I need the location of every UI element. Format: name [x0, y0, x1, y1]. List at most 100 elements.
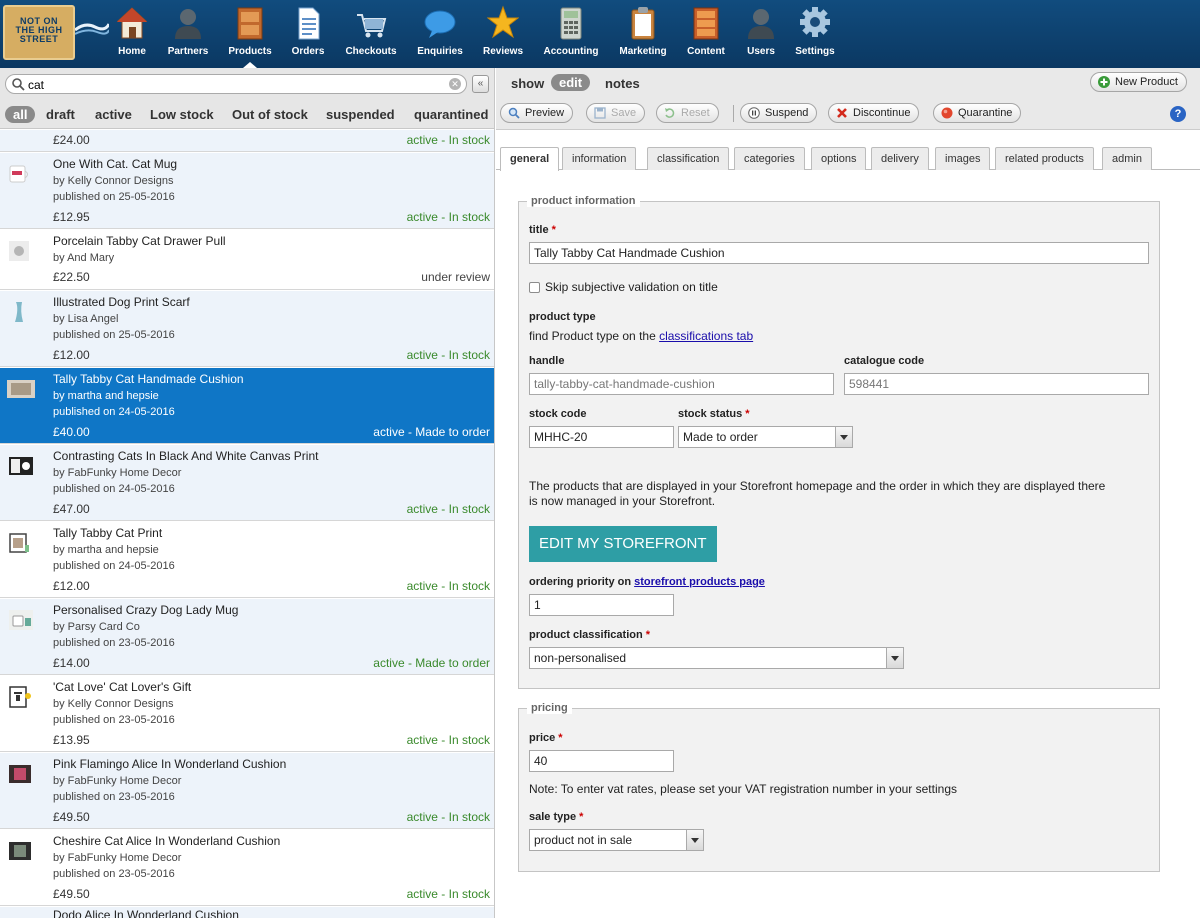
sale-type-select[interactable]: product not in sale [529, 829, 704, 851]
product-published-date: published on 24-05-2016 [53, 560, 175, 572]
nav-marketing[interactable]: Marketing [614, 0, 672, 68]
storefront-products-link[interactable]: storefront products page [634, 576, 765, 588]
product-title: Contrasting Cats In Black And White Canv… [53, 449, 319, 463]
tab-related-products[interactable]: related products [995, 147, 1094, 170]
product-row[interactable]: Cheshire Cat Alice In Wonderland Cushion… [0, 830, 494, 906]
filter-draft[interactable]: draft [46, 107, 75, 122]
handle-input[interactable] [529, 373, 834, 395]
product-row[interactable]: Personalised Crazy Dog Lady Mug by Parsy… [0, 599, 494, 675]
catalogue-code-input[interactable] [844, 373, 1149, 395]
tab-admin[interactable]: admin [1102, 147, 1152, 170]
nav-partners[interactable]: Partners [163, 0, 213, 68]
search-box[interactable]: ✕ [5, 74, 467, 94]
product-price: £49.50 [53, 810, 90, 824]
product-price: £12.00 [53, 348, 90, 362]
notonthehighstreet-logo[interactable]: NOT ON THE HIGH STREET [3, 5, 75, 60]
new-product-button[interactable]: New Product [1090, 72, 1187, 92]
tab-options[interactable]: options [811, 147, 867, 170]
product-row[interactable]: Tally Tabby Cat Print by martha and heps… [0, 522, 494, 598]
product-row[interactable]: One With Cat. Cat Mug by Kelly Connor De… [0, 153, 494, 229]
discontinue-button[interactable]: Discontinue [828, 103, 920, 123]
nav-orders[interactable]: Orders [288, 0, 328, 68]
reset-arrow-icon [665, 108, 675, 118]
nav-home[interactable]: Home [112, 0, 152, 68]
product-published-date: published on 23-05-2016 [53, 714, 175, 726]
filter-quarantined[interactable]: quarantined [414, 107, 488, 122]
tab-general[interactable]: general [500, 147, 560, 171]
nav-users[interactable]: Users [741, 0, 781, 68]
search-row: ✕ « [0, 68, 494, 100]
view-edit[interactable]: edit [551, 74, 591, 91]
product-seller: by Parsy Card Co [53, 621, 140, 633]
product-title: Pink Flamingo Alice In Wonderland Cushio… [53, 757, 287, 771]
filter-suspended[interactable]: suspended [326, 107, 395, 122]
skip-validation-checkbox[interactable] [529, 282, 540, 293]
stock-status-select[interactable]: Made to order [678, 426, 853, 448]
skip-validation-label: Skip subjective validation on title [545, 280, 718, 294]
preview-button[interactable]: Preview [500, 103, 574, 123]
tab-images[interactable]: images [935, 147, 991, 170]
tab-delivery[interactable]: delivery [871, 147, 929, 170]
product-row[interactable]: Porcelain Tabby Cat Drawer Pull by And M… [0, 230, 494, 290]
classifications-tab-link[interactable]: classifications tab [659, 329, 753, 343]
storefront-note-cont: is now managed in your Storefront. [529, 494, 716, 508]
product-row[interactable]: Illustrated Dog Print Scarf by Lisa Ange… [0, 291, 494, 367]
quarantine-button[interactable]: Quarantine [933, 103, 1022, 123]
help-icon[interactable]: ? [1170, 106, 1186, 122]
price-label: price * [529, 732, 563, 744]
save-button[interactable]: Save [586, 103, 646, 123]
product-published-date: published on 25-05-2016 [53, 191, 175, 203]
product-row[interactable]: 'Cat Love' Cat Lover's Gift by Kelly Con… [0, 676, 494, 752]
product-row[interactable]: Contrasting Cats In Black And White Canv… [0, 445, 494, 521]
product-status: active - In stock [406, 502, 490, 516]
clear-search-icon[interactable]: ✕ [449, 78, 461, 90]
product-classification-select[interactable]: non-personalised [529, 647, 904, 669]
product-seller: by martha and hepsie [53, 390, 159, 402]
collapse-pane-button[interactable]: « [472, 75, 489, 93]
nav-settings[interactable]: Settings [792, 0, 838, 68]
product-row[interactable]: £24.00 active - In stock [0, 130, 494, 152]
filter-all[interactable]: all [5, 106, 36, 123]
nav-content[interactable]: Content [683, 0, 729, 68]
tab-information[interactable]: information [562, 147, 637, 170]
pause-icon [748, 107, 760, 119]
price-input[interactable] [529, 750, 674, 772]
product-price: £12.00 [53, 579, 90, 593]
nav-products[interactable]: Products [224, 0, 276, 68]
nav-checkouts[interactable]: Checkouts [342, 0, 400, 68]
view-notes[interactable]: notes [605, 76, 640, 91]
product-thumbnail [9, 533, 29, 553]
product-seller: by And Mary [53, 252, 115, 264]
tab-categories[interactable]: categories [734, 147, 805, 170]
product-classification-label: product classification * [529, 629, 650, 641]
product-price: £12.95 [53, 210, 90, 224]
reset-button[interactable]: Reset [656, 103, 719, 123]
ordering-priority-input[interactable] [529, 594, 674, 616]
product-status: active - Made to order [373, 656, 490, 670]
suspend-button[interactable]: Suspend [740, 103, 818, 123]
nav-accounting[interactable]: Accounting [539, 0, 603, 68]
product-seller: by FabFunky Home Decor [53, 852, 182, 864]
filter-active[interactable]: active [95, 107, 132, 122]
view-show[interactable]: show [511, 76, 544, 91]
filter-low-stock[interactable]: Low stock [150, 107, 214, 122]
title-input[interactable] [529, 242, 1149, 264]
product-row-selected[interactable]: Tally Tabby Cat Handmade Cushion by mart… [0, 368, 494, 444]
product-title: Dodo Alice In Wonderland Cushion [53, 908, 239, 918]
speech-bubble-icon [424, 10, 456, 38]
nav-reviews[interactable]: Reviews [480, 0, 526, 68]
filter-out-of-stock[interactable]: Out of stock [232, 107, 308, 122]
product-row[interactable]: Dodo Alice In Wonderland Cushion [0, 907, 494, 918]
product-seller: by martha and hepsie [53, 544, 159, 556]
edit-storefront-button[interactable]: EDIT MY STOREFRONT [529, 526, 717, 562]
tab-classification[interactable]: classification [647, 147, 730, 170]
nav-enquiries[interactable]: Enquiries [413, 0, 467, 68]
product-title: One With Cat. Cat Mug [53, 157, 178, 171]
document-icon [298, 7, 320, 40]
sale-type-label: sale type * [529, 811, 584, 823]
search-input[interactable] [28, 77, 428, 92]
plus-icon [1098, 76, 1110, 88]
stock-code-input[interactable] [529, 426, 674, 448]
logo-ribbon-icon [75, 23, 109, 35]
product-row[interactable]: Pink Flamingo Alice In Wonderland Cushio… [0, 753, 494, 829]
